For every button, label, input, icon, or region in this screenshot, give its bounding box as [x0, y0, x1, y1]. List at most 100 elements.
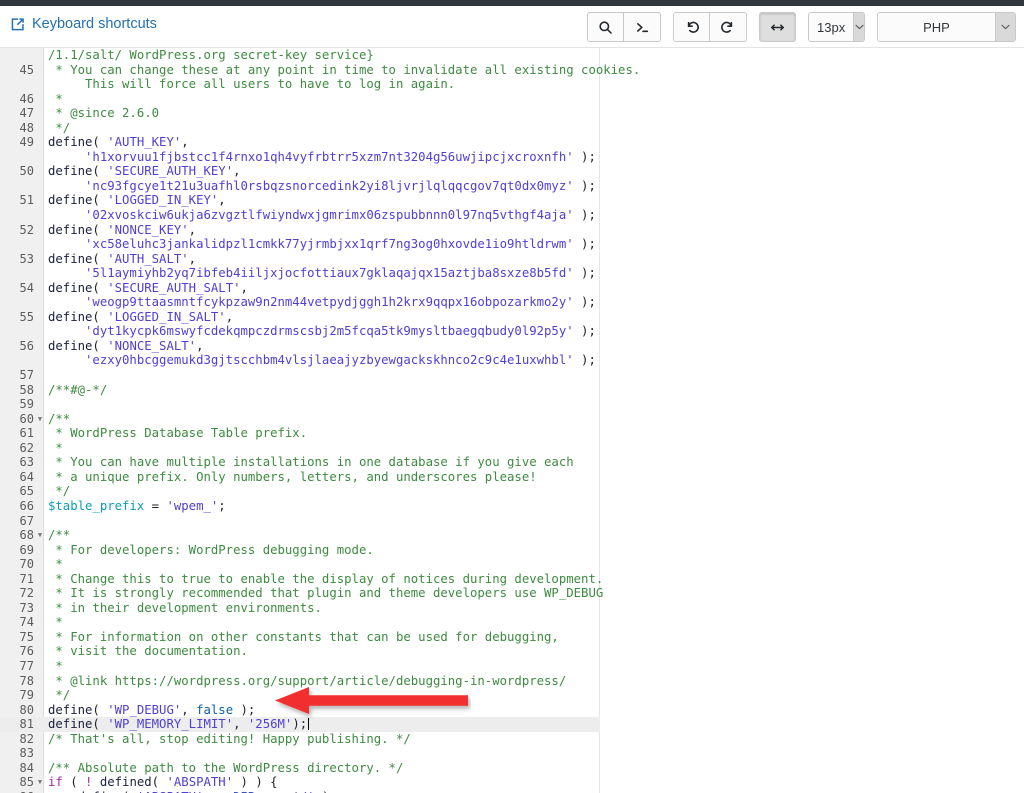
line-number: 50	[19, 164, 34, 179]
code-text: * You can have multiple installations in…	[48, 455, 574, 470]
fold-toggle-icon[interactable]: ▼	[36, 528, 44, 543]
code-line[interactable]: 56 define( 'NONCE_SALT',	[0, 339, 600, 354]
code-line[interactable]: 85 ▼ if ( ! defined( 'ABSPATH' ) ) {	[0, 775, 600, 790]
code-line[interactable]: 66 $table_prefix = 'wpem_';	[0, 499, 600, 514]
code-text: * @since 2.6.0	[48, 106, 160, 121]
code-text: 'nc93fgcye1t21u3uafhl0rsbqzsnorcedink2yi…	[48, 178, 596, 193]
code-line[interactable]: 64 * a unique prefix. Only numbers, lett…	[0, 470, 600, 485]
code-line[interactable]: 72 * It is strongly recommended that plu…	[0, 586, 604, 601]
code-line[interactable]: 73 * in their development environments.	[0, 601, 600, 616]
code-line[interactable]: 'ezxy0hbcggemukd3gjtscchbm4vlsjlaeajyzby…	[0, 353, 600, 368]
undo-arrow-icon	[684, 19, 700, 35]
code-line[interactable]: 48 */	[0, 121, 600, 136]
chevron-down-icon	[853, 13, 864, 41]
code-line[interactable]: 67	[0, 514, 600, 529]
line-number: 84	[19, 760, 34, 775]
code-line[interactable]: 77 *	[0, 659, 600, 674]
code-line[interactable]: 'xc58eluhc3jankalidpzl1cmkk77yjrmbjxx1qr…	[0, 237, 600, 252]
code-line[interactable]: 57	[0, 368, 600, 383]
code-line-highlighted[interactable]: 81 define( 'WP_MEMORY_LIMIT', '256M');	[0, 717, 600, 732]
keyboard-shortcuts-link[interactable]: Keyboard shortcuts	[10, 17, 157, 32]
code-line[interactable]: 'weogp9ttaasmntfcykpzaw9n2nm44vetpydjggh…	[0, 295, 600, 310]
code-text: define( 'SECURE_AUTH_KEY',	[48, 164, 241, 179]
console-button[interactable]	[624, 12, 661, 42]
code-line[interactable]: 61 * WordPress Database Table prefix.	[0, 426, 600, 441]
horizontal-arrows-icon	[769, 20, 786, 35]
code-line[interactable]: 82 /* That's all, stop editing! Happy pub…	[0, 732, 600, 747]
code-text: * @link https://wordpress.org/support/ar…	[48, 673, 567, 688]
code-line[interactable]: 70 *	[0, 557, 600, 572]
code-editor[interactable]: /1.1/salt/ WordPress.org secret-key serv…	[0, 48, 1024, 793]
toolbar-button-groups: 13px PHP	[587, 12, 1016, 42]
code-line[interactable]: 45 * You can change these at any point i…	[0, 63, 641, 78]
code-line[interactable]: 'nc93fgcye1t21u3uafhl0rsbqzsnorcedink2yi…	[0, 179, 600, 194]
code-text: This will force all users to have to log…	[48, 77, 456, 92]
search-button[interactable]	[587, 12, 624, 42]
line-number: 61	[19, 426, 34, 441]
fold-toggle-icon[interactable]: ▼	[36, 412, 44, 427]
code-line[interactable]: 79 */	[0, 688, 600, 703]
code-line[interactable]: 60 ▼ /**	[0, 412, 600, 427]
code-line[interactable]: '5l1aymiyhb2yq7ibfeb4iiljxjocfottiaux7gk…	[0, 266, 600, 281]
redo-button[interactable]	[710, 12, 747, 42]
code-line[interactable]: 78 * @link https://wordpress.org/support…	[0, 674, 600, 689]
code-line[interactable]: 74 *	[0, 615, 600, 630]
code-line[interactable]: 51 define( 'LOGGED_IN_KEY',	[0, 193, 600, 208]
code-line[interactable]: 53 define( 'AUTH_SALT',	[0, 252, 600, 267]
code-line[interactable]: 80 define( 'WP_DEBUG', false );	[0, 703, 600, 718]
toggle-word-wrap-button[interactable]	[759, 12, 796, 42]
code-line[interactable]: '02xvoskciw6ukja6zvgztlfwiyndwxjgmrimx06…	[0, 208, 600, 223]
code-text: 'ezxy0hbcggemukd3gjtscchbm4vlsjlaeajyzby…	[48, 353, 596, 368]
code-line[interactable]: 'h1xorvuu1fjbstcc1f4rnxo1qh4vyfrbtrr5xzm…	[0, 150, 600, 165]
code-line[interactable]: 47 * @since 2.6.0	[0, 106, 600, 121]
code-pane[interactable]: /1.1/salt/ WordPress.org secret-key serv…	[0, 48, 641, 793]
code-line[interactable]: 'dyt1kycpk6mswyfcdekqmpczdrmscsbj2m5fcqa…	[0, 324, 600, 339]
line-number: 78	[19, 673, 34, 688]
code-line[interactable]: 76 * visit the documentation.	[0, 644, 600, 659]
undo-button[interactable]	[673, 12, 710, 42]
code-line[interactable]: 62 *	[0, 441, 600, 456]
line-number: 66	[19, 498, 34, 513]
code-text: *	[48, 91, 63, 106]
wrap-group	[759, 12, 796, 42]
code-text: 'xc58eluhc3jankalidpzl1cmkk77yjrmbjxx1qr…	[48, 237, 596, 252]
code-line[interactable]: 63 * You can have multiple installations…	[0, 455, 600, 470]
code-line[interactable]: 58 /**#@-*/	[0, 383, 600, 398]
code-text: * visit the documentation.	[48, 644, 248, 659]
code-text: * Change this to true to enable the disp…	[48, 571, 604, 586]
code-line[interactable]: /1.1/salt/ WordPress.org secret-key serv…	[0, 48, 600, 63]
fold-toggle-icon[interactable]: ▼	[36, 775, 44, 790]
code-line[interactable]: 55 define( 'LOGGED_IN_SALT',	[0, 310, 600, 325]
code-line[interactable]: 46 *	[0, 92, 600, 107]
code-text: define( 'WP_DEBUG', false );	[48, 702, 256, 717]
code-line[interactable]: 52 define( 'NONCE_KEY',	[0, 223, 600, 238]
code-line[interactable]: 50 define( 'SECURE_AUTH_KEY',	[0, 164, 600, 179]
code-line[interactable]: 71 * Change this to true to enable the d…	[0, 571, 604, 587]
code-line[interactable]: 65 */	[0, 484, 600, 499]
language-select[interactable]: PHP	[877, 12, 1016, 42]
font-size-select[interactable]: 13px	[808, 12, 865, 42]
code-line[interactable]: 83	[0, 746, 600, 761]
code-text: define( 'LOGGED_IN_KEY',	[48, 193, 226, 208]
editor-toolbar: Keyboard shortcuts 13px PHP	[0, 6, 1024, 48]
code-line[interactable]: 54 define( 'SECURE_AUTH_SALT',	[0, 281, 600, 296]
code-line[interactable]: 49 define( 'AUTH_KEY',	[0, 135, 600, 150]
code-line[interactable]: 68 ▼ /**	[0, 528, 600, 543]
line-number: 54	[19, 280, 34, 295]
code-line[interactable]: 75 * For information on other constants …	[0, 630, 600, 645]
code-lines[interactable]: /1.1/salt/ WordPress.org secret-key serv…	[0, 48, 641, 793]
code-line[interactable]: 59	[0, 397, 600, 412]
find-group	[587, 12, 661, 42]
code-line[interactable]: 69 * For developers: WordPress debugging…	[0, 543, 600, 558]
code-line[interactable]: This will force all users to have to log…	[0, 77, 600, 92]
code-line[interactable]: 84 /** Absolute path to the WordPress dir…	[0, 761, 600, 776]
